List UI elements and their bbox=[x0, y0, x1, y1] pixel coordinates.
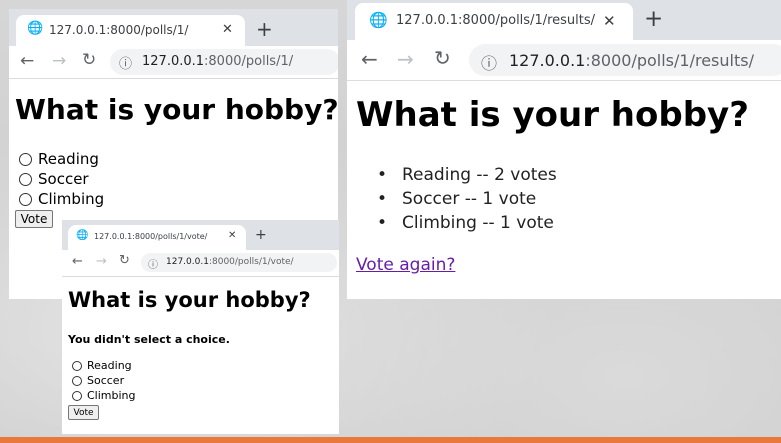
radio-button[interactable] bbox=[72, 391, 82, 401]
choice-label: Reading bbox=[38, 150, 99, 168]
results-list: Reading -- 2 votes Soccer -- 1 vote Clim… bbox=[377, 165, 557, 237]
close-icon[interactable]: ✕ bbox=[603, 12, 616, 30]
info-icon[interactable]: ⓘ bbox=[119, 53, 132, 72]
back-icon[interactable]: ← bbox=[361, 47, 378, 71]
globe-icon: 🌐 bbox=[76, 230, 89, 241]
toolbar: ← → ↻ ⓘ 127.0.0.1:8000/polls/1/ bbox=[9, 46, 338, 79]
tab-title: 127.0.0.1:8000/polls/1/vote/ bbox=[94, 232, 208, 241]
globe-icon: 🌐 bbox=[369, 11, 388, 29]
url-text: 127.0.0.1:8000/polls/1/ bbox=[142, 54, 294, 69]
forward-icon[interactable]: → bbox=[96, 254, 107, 269]
tab-strip: 🌐 127.0.0.1:8000/polls/1/results/ ✕ + bbox=[347, 0, 781, 40]
tab-title: 127.0.0.1:8000/polls/1/results/ bbox=[396, 13, 596, 28]
result-item: Climbing -- 1 vote bbox=[377, 213, 557, 237]
page-content: What is your hobby? Reading -- 2 votes S… bbox=[347, 81, 781, 299]
address-bar[interactable]: ⓘ 127.0.0.1:8000/polls/1/results/ bbox=[469, 44, 781, 76]
accent-bar bbox=[0, 437, 781, 443]
toolbar: ← → ↻ ⓘ 127.0.0.1:8000/polls/1/results/ bbox=[347, 40, 781, 81]
page-title: What is your hobby? bbox=[15, 93, 338, 126]
tab-results[interactable]: 🌐 127.0.0.1:8000/polls/1/results/ ✕ bbox=[355, 3, 633, 40]
address-bar[interactable]: ⓘ 127.0.0.1:8000/polls/1/ bbox=[110, 49, 338, 75]
new-tab-icon[interactable]: + bbox=[256, 17, 273, 41]
choice-soccer[interactable]: Soccer bbox=[72, 374, 124, 387]
page-title: What is your hobby? bbox=[68, 288, 311, 312]
choice-soccer[interactable]: Soccer bbox=[19, 170, 89, 188]
radio-button[interactable] bbox=[19, 193, 32, 206]
new-tab-icon[interactable]: + bbox=[644, 6, 663, 32]
window-vote: 🌐 127.0.0.1:8000/polls/1/vote/ ✕ + ← → ↻… bbox=[62, 220, 339, 434]
tab-polls[interactable]: 🌐 127.0.0.1:8000/polls/1/ ✕ bbox=[16, 15, 245, 46]
choice-climbing[interactable]: Climbing bbox=[72, 389, 136, 402]
url-text: 127.0.0.1:8000/polls/1/results/ bbox=[509, 51, 754, 70]
close-icon[interactable]: ✕ bbox=[222, 22, 233, 37]
radio-button[interactable] bbox=[19, 153, 32, 166]
window-results: 🌐 127.0.0.1:8000/polls/1/results/ ✕ + ← … bbox=[347, 0, 781, 299]
info-icon[interactable]: ⓘ bbox=[481, 50, 497, 74]
choice-label: Reading bbox=[87, 359, 132, 372]
choice-label: Climbing bbox=[38, 190, 105, 208]
tab-strip: 🌐 127.0.0.1:8000/polls/1/ ✕ + bbox=[9, 9, 338, 46]
choice-label: Soccer bbox=[38, 170, 89, 188]
error-message: You didn't select a choice. bbox=[68, 333, 230, 346]
choice-climbing[interactable]: Climbing bbox=[19, 190, 104, 208]
page-content: What is your hobby? You didn't select a … bbox=[62, 277, 339, 434]
reload-icon[interactable]: ↻ bbox=[434, 46, 451, 70]
back-icon[interactable]: ← bbox=[20, 51, 34, 71]
info-icon[interactable]: ⓘ bbox=[148, 256, 158, 271]
vote-button[interactable]: Vote bbox=[15, 210, 53, 228]
vote-again-link[interactable]: Vote again? bbox=[356, 255, 455, 275]
vote-button[interactable]: Vote bbox=[68, 405, 99, 420]
radio-button[interactable] bbox=[72, 376, 82, 386]
result-item: Reading -- 2 votes bbox=[377, 165, 557, 189]
forward-icon[interactable]: → bbox=[397, 47, 414, 71]
tab-vote[interactable]: 🌐 127.0.0.1:8000/polls/1/vote/ ✕ bbox=[68, 225, 246, 250]
toolbar: ← → ↻ ⓘ 127.0.0.1:8000/polls/1/vote/ bbox=[62, 250, 339, 277]
choice-label: Climbing bbox=[87, 389, 136, 402]
page-title: What is your hobby? bbox=[356, 95, 749, 135]
address-bar[interactable]: ⓘ 127.0.0.1:8000/polls/1/vote/ bbox=[141, 253, 337, 272]
globe-icon: 🌐 bbox=[27, 21, 44, 36]
tab-title: 127.0.0.1:8000/polls/1/ bbox=[49, 23, 189, 37]
close-icon[interactable]: ✕ bbox=[228, 230, 236, 241]
radio-button[interactable] bbox=[19, 173, 32, 186]
choice-label: Soccer bbox=[87, 374, 125, 387]
url-text: 127.0.0.1:8000/polls/1/vote/ bbox=[166, 257, 294, 267]
reload-icon[interactable]: ↻ bbox=[82, 50, 96, 70]
result-item: Soccer -- 1 vote bbox=[377, 189, 557, 213]
choice-reading[interactable]: Reading bbox=[72, 359, 132, 372]
new-tab-icon[interactable]: + bbox=[255, 227, 267, 243]
choice-reading[interactable]: Reading bbox=[19, 150, 99, 168]
back-icon[interactable]: ← bbox=[72, 254, 83, 269]
radio-button[interactable] bbox=[72, 361, 82, 371]
forward-icon[interactable]: → bbox=[52, 51, 66, 71]
reload-icon[interactable]: ↻ bbox=[119, 253, 130, 268]
tab-strip: 🌐 127.0.0.1:8000/polls/1/vote/ ✕ + bbox=[62, 220, 339, 250]
